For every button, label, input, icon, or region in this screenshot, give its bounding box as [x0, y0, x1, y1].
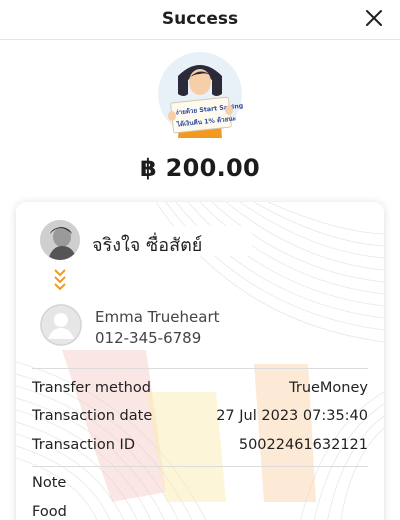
sender-name-panel: จริงใจ ซื่อสัตย์	[88, 226, 252, 256]
sender-name: จริงใจ ซื่อสัตย์	[92, 235, 203, 256]
note-value: Food	[32, 504, 67, 520]
success-illustration: ง่ายด้วย Start Saving ได้เงินคืน 1% ด้วย…	[156, 50, 244, 138]
sender-avatar	[40, 220, 80, 260]
divider	[32, 466, 368, 467]
close-button[interactable]	[362, 6, 386, 30]
transfer-amount: ฿ 200.00	[139, 154, 261, 182]
transfer-method-value: TrueMoney	[289, 380, 368, 396]
transfer-method-label: Transfer method	[32, 380, 151, 396]
transaction-id-label: Transaction ID	[32, 437, 136, 453]
transaction-id-value: 50022461632121	[238, 437, 368, 453]
transaction-date-value: 27 Jul 2023 07:35:40	[216, 408, 368, 424]
user-avatar-icon	[40, 304, 82, 346]
receipt-card: จริงใจ ซื่อสัตย์ Emma Trueheart 012-345-…	[16, 202, 384, 520]
chevron-down-icon	[54, 269, 66, 291]
divider	[32, 368, 368, 369]
page-title: Success	[161, 9, 239, 29]
transaction-date-label: Transaction date	[32, 408, 153, 424]
note-label: Note	[32, 475, 67, 491]
recipient-name: Emma Trueheart	[95, 308, 220, 326]
close-icon	[366, 10, 382, 26]
top-bar: Success	[0, 0, 400, 40]
recipient-phone: 012-345-6789	[95, 329, 202, 347]
